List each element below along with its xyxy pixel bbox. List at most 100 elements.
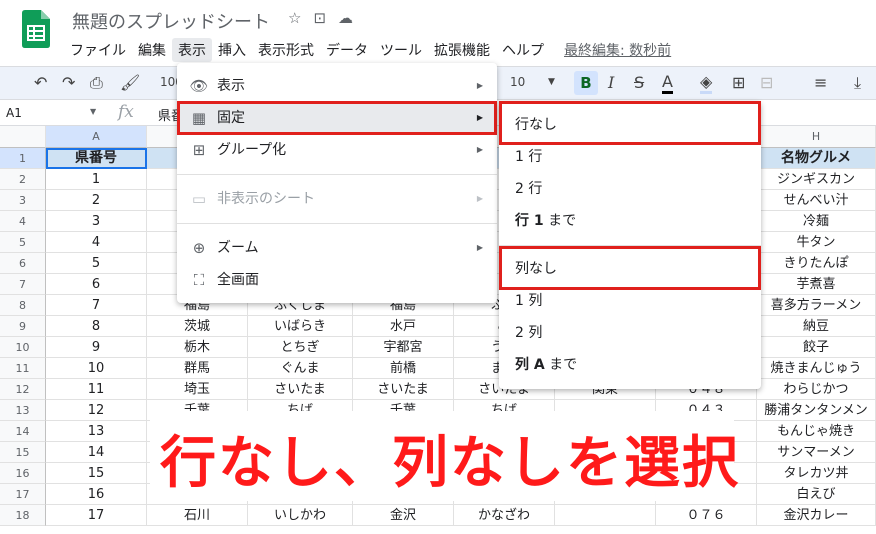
name-box[interactable]: A1 — [6, 106, 22, 120]
cell[interactable]: 芋煮喜 — [757, 274, 876, 295]
freeze-up-to-column[interactable]: 列 A まで — [499, 349, 761, 381]
text-color-icon[interactable]: A — [662, 73, 673, 94]
bold-icon[interactable]: B — [574, 71, 598, 95]
cell[interactable]: 茨城 — [147, 316, 248, 337]
cell[interactable]: ジンギスカン — [757, 169, 876, 190]
row-header[interactable]: 5 — [0, 232, 46, 253]
cell[interactable]: 10 — [46, 358, 147, 379]
row-header[interactable]: 4 — [0, 211, 46, 232]
cell[interactable]: 名物グルメ — [757, 148, 876, 169]
cell[interactable]: わらじかつ — [757, 379, 876, 400]
row-header[interactable]: 16 — [0, 463, 46, 484]
document-title[interactable]: 無題のスプレッドシート — [72, 8, 270, 34]
cell[interactable]: サンマーメン — [757, 442, 876, 463]
row-header[interactable]: 6 — [0, 253, 46, 274]
cell[interactable]: 9 — [46, 337, 147, 358]
cloud-status-icon[interactable]: ☁ — [338, 9, 353, 27]
select-all-corner[interactable] — [0, 126, 46, 148]
row-header[interactable]: 2 — [0, 169, 46, 190]
freeze-2-rows[interactable]: 2 行 — [499, 173, 761, 205]
cell[interactable]: さいたま — [353, 379, 454, 400]
menu-item-group[interactable]: ⊞ グループ化 ▶ — [177, 134, 497, 166]
column-header[interactable]: A — [46, 126, 147, 148]
cell[interactable]: せんべい汁 — [757, 190, 876, 211]
cell[interactable]: 6 — [46, 274, 147, 295]
cell[interactable]: 2 — [46, 190, 147, 211]
cell[interactable]: 15 — [46, 463, 147, 484]
chevron-down-icon[interactable]: ▼ — [90, 107, 96, 116]
cell[interactable]: 焼きまんじゅう — [757, 358, 876, 379]
cell[interactable]: ぐんま — [248, 358, 353, 379]
paint-format-icon[interactable]: 🖌 — [120, 73, 140, 92]
cell[interactable]: 白えび — [757, 484, 876, 505]
last-edit-link[interactable]: 最終編集: 数秒前 — [558, 38, 677, 62]
freeze-2-columns[interactable]: 2 列 — [499, 317, 761, 349]
freeze-up-to-row[interactable]: 行 1 まで — [499, 205, 761, 237]
cell[interactable]: 金沢 — [353, 505, 454, 526]
row-header[interactable]: 11 — [0, 358, 46, 379]
cell[interactable]: 12 — [46, 400, 147, 421]
row-header[interactable]: 7 — [0, 274, 46, 295]
cell[interactable]: いばらき — [248, 316, 353, 337]
print-icon[interactable]: ⎙ — [90, 73, 103, 93]
cell[interactable]: 栃木 — [147, 337, 248, 358]
row-header[interactable]: 9 — [0, 316, 46, 337]
merge-cells-icon[interactable]: ⊟ — [760, 73, 773, 92]
cell[interactable]: 1 — [46, 169, 147, 190]
fill-color-icon[interactable]: ◈ — [700, 73, 713, 94]
redo-icon[interactable]: ↷ — [62, 73, 75, 92]
menu-file[interactable]: ファイル — [64, 38, 132, 62]
row-header[interactable]: 15 — [0, 442, 46, 463]
menu-format[interactable]: 表示形式 — [252, 38, 320, 62]
cell[interactable]: 喜多方ラーメン — [757, 295, 876, 316]
cell[interactable]: 4 — [46, 232, 147, 253]
menu-insert[interactable]: 挿入 — [212, 38, 252, 62]
column-header[interactable]: H — [757, 126, 876, 148]
menu-item-fullscreen[interactable]: ⛶ 全画面 — [177, 264, 497, 296]
cell[interactable]: 牛タン — [757, 232, 876, 253]
cell[interactable]: いしかわ — [248, 505, 353, 526]
cell[interactable]: 金沢カレー — [757, 505, 876, 526]
cell[interactable]: もんじゃ焼き — [757, 421, 876, 442]
row-header[interactable]: 3 — [0, 190, 46, 211]
cell[interactable]: 餃子 — [757, 337, 876, 358]
strikethrough-icon[interactable]: S — [634, 73, 644, 92]
star-icon[interactable]: ☆ — [288, 9, 301, 27]
cell[interactable]: 群馬 — [147, 358, 248, 379]
cell[interactable]: かなざわ — [454, 505, 555, 526]
cell[interactable]: 冷麺 — [757, 211, 876, 232]
italic-icon[interactable]: I — [608, 73, 614, 92]
row-header[interactable]: 18 — [0, 505, 46, 526]
cell[interactable]: 7 — [46, 295, 147, 316]
menu-edit[interactable]: 編集 — [132, 38, 172, 62]
undo-icon[interactable]: ↶ — [34, 73, 47, 92]
cell[interactable] — [555, 505, 656, 526]
cell[interactable]: 16 — [46, 484, 147, 505]
cell[interactable]: 埼玉 — [147, 379, 248, 400]
row-header[interactable]: 10 — [0, 337, 46, 358]
row-header[interactable]: 13 — [0, 400, 46, 421]
cell[interactable]: 11 — [46, 379, 147, 400]
cell[interactable]: 17 — [46, 505, 147, 526]
borders-icon[interactable]: ⊞ — [732, 73, 745, 92]
cell[interactable]: 13 — [46, 421, 147, 442]
row-header[interactable]: 14 — [0, 421, 46, 442]
menu-item-zoom[interactable]: ⊕ ズーム ▶ — [177, 232, 497, 264]
cell[interactable]: ０７６ — [656, 505, 757, 526]
cell[interactable]: 石川 — [147, 505, 248, 526]
cell[interactable]: さいたま — [248, 379, 353, 400]
row-header[interactable]: 8 — [0, 295, 46, 316]
row-header[interactable]: 1 — [0, 148, 46, 169]
freeze-1-row[interactable]: 1 行 — [499, 141, 761, 173]
menu-help[interactable]: ヘルプ — [496, 38, 550, 62]
font-size-select[interactable]: 10 — [510, 75, 525, 89]
cell[interactable]: 3 — [46, 211, 147, 232]
menu-tools[interactable]: ツール — [374, 38, 428, 62]
menu-view[interactable]: 表示 — [172, 38, 212, 62]
cell[interactable]: 水戸 — [353, 316, 454, 337]
move-to-folder-icon[interactable]: ⊡ — [313, 9, 326, 27]
cell[interactable]: 5 — [46, 253, 147, 274]
cell[interactable]: 勝浦タンタンメン — [757, 400, 876, 421]
cell[interactable]: 前橋 — [353, 358, 454, 379]
cell[interactable]: 14 — [46, 442, 147, 463]
